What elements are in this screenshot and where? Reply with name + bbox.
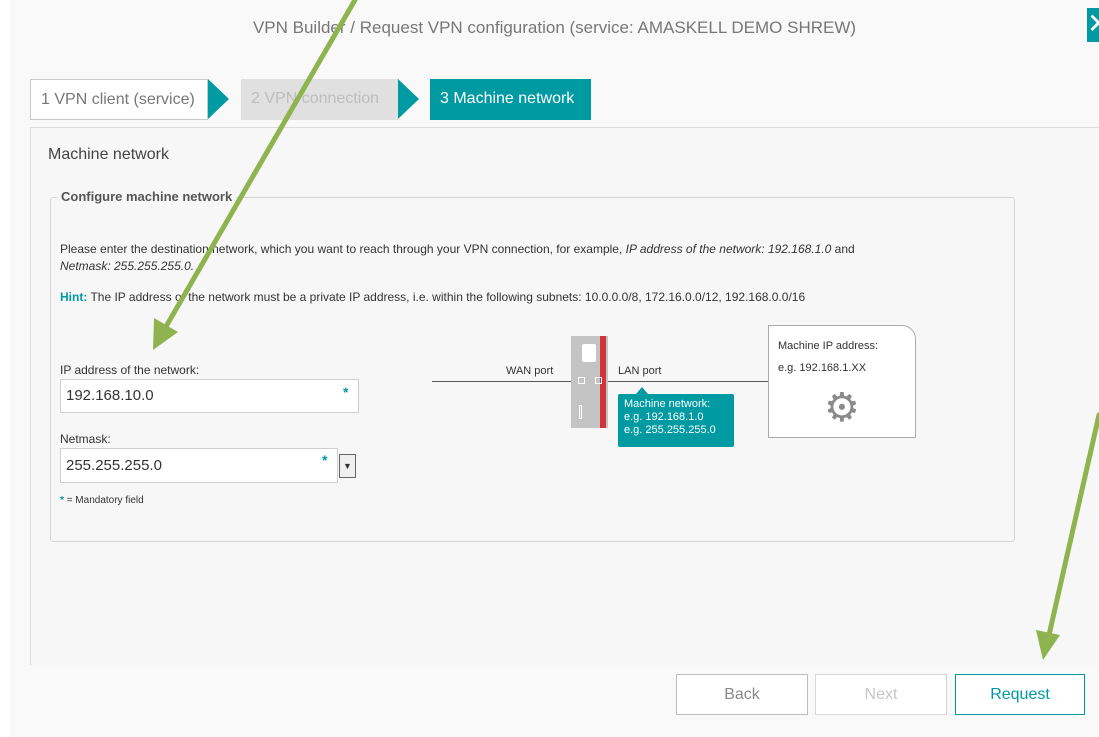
annotation-arrow-to-ip-field [153, 0, 358, 350]
annotation-arrow-to-request-button [1036, 412, 1099, 660]
annotation-arrows [153, 0, 1099, 660]
